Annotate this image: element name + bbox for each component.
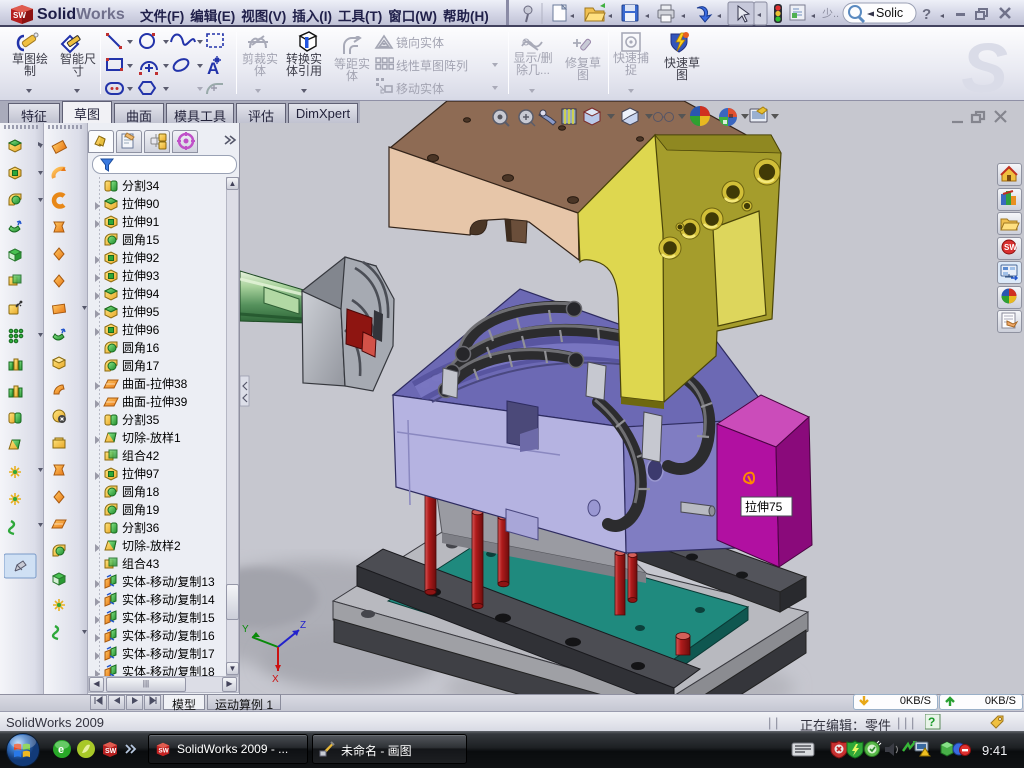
svg-text:?: ? [928, 715, 935, 729]
svg-text:Z: Z [300, 620, 306, 631]
svg-text:Solic: Solic [876, 6, 903, 20]
svg-text:e: e [58, 744, 64, 756]
svg-text:Y: Y [242, 624, 249, 635]
svg-text:SW: SW [13, 11, 26, 20]
svg-text:少..: 少.. [822, 7, 839, 20]
svg-text:X: X [272, 674, 279, 685]
svg-text:SW: SW [1004, 243, 1017, 252]
svg-text:SolidWorks: SolidWorks [37, 6, 125, 23]
svg-text:SW: SW [105, 748, 117, 755]
svg-text:拉伸75: 拉伸75 [745, 499, 783, 514]
svg-text:!: ! [928, 751, 930, 757]
svg-text:?: ? [922, 6, 931, 23]
svg-text:9:41: 9:41 [982, 743, 1007, 758]
svg-text:SW: SW [159, 748, 169, 755]
